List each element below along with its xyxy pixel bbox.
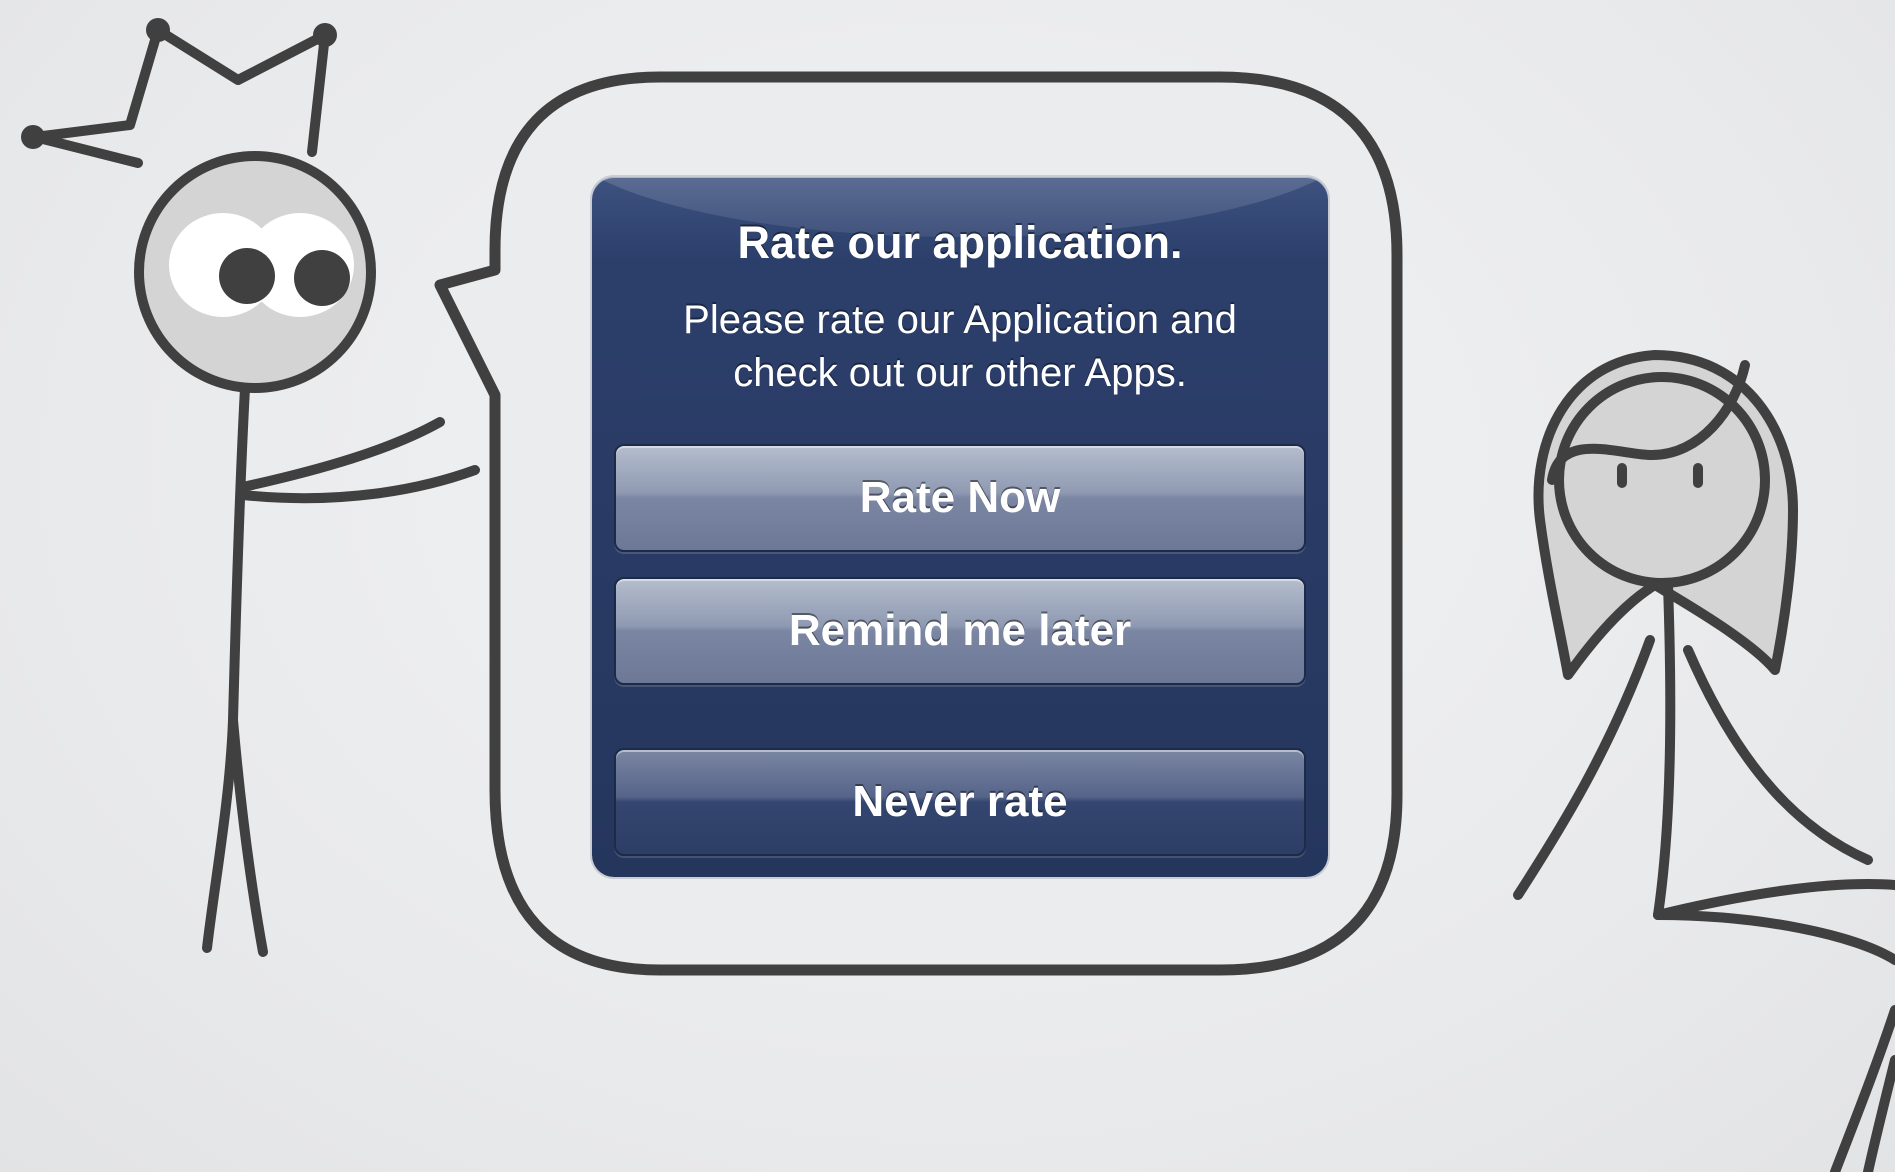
remind-me-later-button-label: Remind me later <box>788 606 1132 655</box>
alert-message-line-1: Please rate our Application and <box>683 298 1237 342</box>
remind-me-later-button[interactable]: Remind me later <box>614 577 1306 685</box>
never-rate-button[interactable]: Never rate <box>614 748 1306 856</box>
rate-now-button-label: Rate Now <box>859 473 1061 522</box>
never-rate-button-label: Never rate <box>852 777 1068 826</box>
girl-stick-figure-illustration <box>1513 350 1895 1172</box>
rate-app-alert-dialog: Rate our application. Please rate our Ap… <box>592 177 1328 877</box>
alert-message: Please rate our Application and check ou… <box>632 294 1288 400</box>
alert-title: Rate our application. <box>737 217 1183 268</box>
king-stick-figure-illustration <box>21 18 480 957</box>
alert-message-line-2: check out our other Apps. <box>733 351 1187 395</box>
rate-now-button[interactable]: Rate Now <box>614 444 1306 552</box>
